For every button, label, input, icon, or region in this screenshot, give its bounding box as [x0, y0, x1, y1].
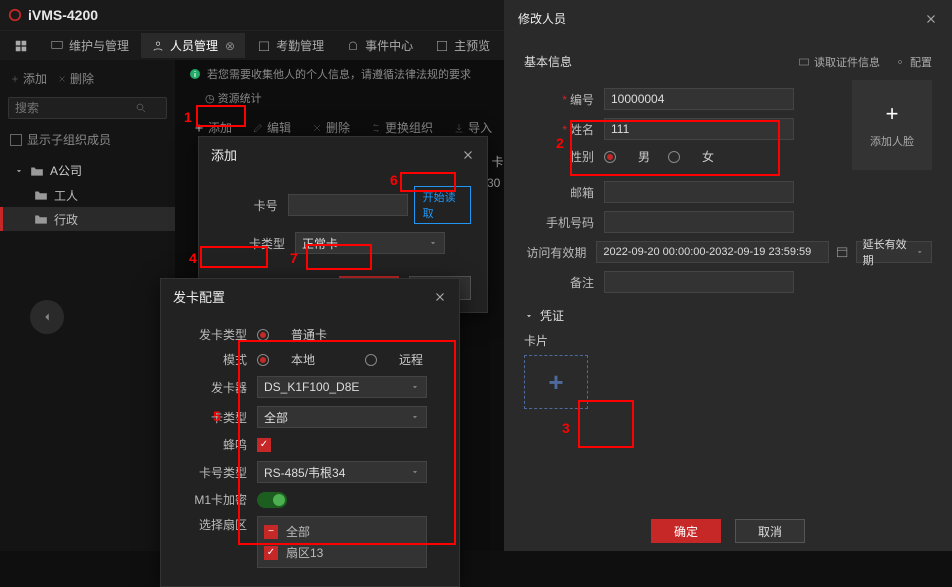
panel-cancel-button[interactable]: 取消 [735, 519, 805, 543]
buzzer-check[interactable] [257, 438, 271, 452]
card-label: 卡片 [524, 332, 932, 349]
close-icon[interactable] [433, 290, 447, 304]
name-input[interactable] [604, 118, 794, 140]
plus-icon [193, 122, 205, 134]
chevron-down-icon [428, 238, 438, 248]
id-input[interactable] [604, 88, 794, 110]
mail-input[interactable] [604, 181, 794, 203]
menu-attend[interactable]: 考勤管理 [247, 33, 334, 58]
extend-select[interactable]: 延长有效期 [856, 241, 932, 263]
issue-type-radio[interactable]: 普通卡 [257, 326, 327, 343]
side-back-button[interactable] [30, 300, 64, 334]
tree-node-admin[interactable]: 行政 [0, 207, 175, 231]
sector-list[interactable]: 全部 扇区13 [257, 516, 427, 568]
swap-icon [370, 122, 382, 134]
remark-input[interactable] [604, 271, 794, 293]
show-suborg-check[interactable]: 显示子组织成员 [0, 125, 175, 154]
tree-node-worker[interactable]: 工人 [0, 183, 175, 207]
cno-type-select[interactable]: RS-485/韦根34 [257, 461, 427, 483]
x-icon [57, 74, 67, 84]
ctype-select[interactable]: 全部 [257, 406, 427, 428]
start-read-button[interactable]: 开始读取 [414, 186, 471, 224]
side-delete[interactable]: 删除 [57, 70, 94, 87]
search-icon [135, 102, 147, 114]
section-basic: 基本信息 [524, 53, 572, 70]
chevron-down-icon [410, 412, 420, 422]
menu-dashboard[interactable] [4, 35, 38, 57]
window-icon [435, 39, 449, 53]
grid-icon [14, 39, 28, 53]
app-logo [8, 8, 22, 22]
search-input[interactable] [15, 101, 135, 115]
side-search[interactable] [8, 97, 167, 119]
chevron-down-icon [410, 382, 420, 392]
calendar-icon [257, 39, 271, 53]
monitor-icon [50, 39, 64, 53]
config-link[interactable]: 配置 [894, 54, 932, 70]
chevron-left-icon [40, 310, 54, 324]
issue-dlg-title: 发卡配置 [173, 287, 225, 306]
plus-icon: + [548, 367, 563, 398]
add-dlg-title: 添加 [211, 145, 237, 164]
add-card-slot[interactable]: + [524, 355, 588, 409]
tab-close-icon[interactable]: ⊗ [225, 39, 235, 53]
add-face-box[interactable]: +添加人脸 [852, 80, 932, 170]
close-icon[interactable] [461, 148, 475, 162]
confirm-button[interactable]: 确定 [651, 519, 721, 543]
phone-input[interactable] [604, 211, 794, 233]
pencil-icon [252, 122, 264, 134]
folder-icon [34, 189, 48, 201]
plus-icon [10, 74, 20, 84]
cred-section-toggle[interactable]: 凭证 [524, 307, 932, 324]
import-icon [453, 122, 465, 134]
chevron-down-icon [410, 467, 420, 477]
m1-toggle[interactable] [257, 492, 287, 508]
x-icon [311, 122, 323, 134]
calendar-icon[interactable] [835, 244, 849, 260]
plus-icon: + [886, 101, 899, 127]
folder-icon [34, 213, 48, 225]
card-no-input[interactable] [288, 194, 408, 216]
panel-title: 修改人员 [518, 10, 566, 27]
card-icon [798, 56, 810, 68]
mode-radio[interactable]: 本地 远程 [257, 351, 423, 368]
menu-event[interactable]: 事件中心 [336, 33, 423, 58]
chevron-down-icon [14, 166, 24, 176]
read-cert-link[interactable]: 读取证件信息 [798, 54, 880, 70]
reader-select[interactable]: DS_K1F100_D8E [257, 376, 427, 398]
chevron-down-icon [915, 247, 925, 257]
info-icon [189, 68, 201, 80]
issue-config-dialog: 发卡配置 发卡类型 普通卡 模式 本地 远程 发卡器 DS_K1F100_D8E… [160, 278, 460, 587]
tree-root[interactable]: A公司 [0, 158, 175, 183]
side-add[interactable]: 添加 [10, 70, 47, 87]
gender-radio[interactable]: 男 女 [604, 148, 714, 165]
validity-input[interactable] [596, 241, 829, 263]
menu-preview[interactable]: 主预览 [425, 33, 500, 58]
folder-icon [30, 165, 44, 177]
gear-icon [894, 56, 906, 68]
card-type-select[interactable]: 正常卡 [295, 232, 445, 254]
person-icon [151, 39, 165, 53]
edit-person-panel: 修改人员 基本信息 读取证件信息 配置 编号 姓名 性别 男 女 +添加人脸 [504, 0, 952, 551]
close-icon[interactable] [924, 12, 938, 26]
menu-person[interactable]: 人员管理⊗ [141, 33, 245, 58]
menu-maint[interactable]: 维护与管理 [40, 33, 139, 58]
chevron-down-icon [524, 311, 534, 321]
bell-icon [346, 39, 360, 53]
